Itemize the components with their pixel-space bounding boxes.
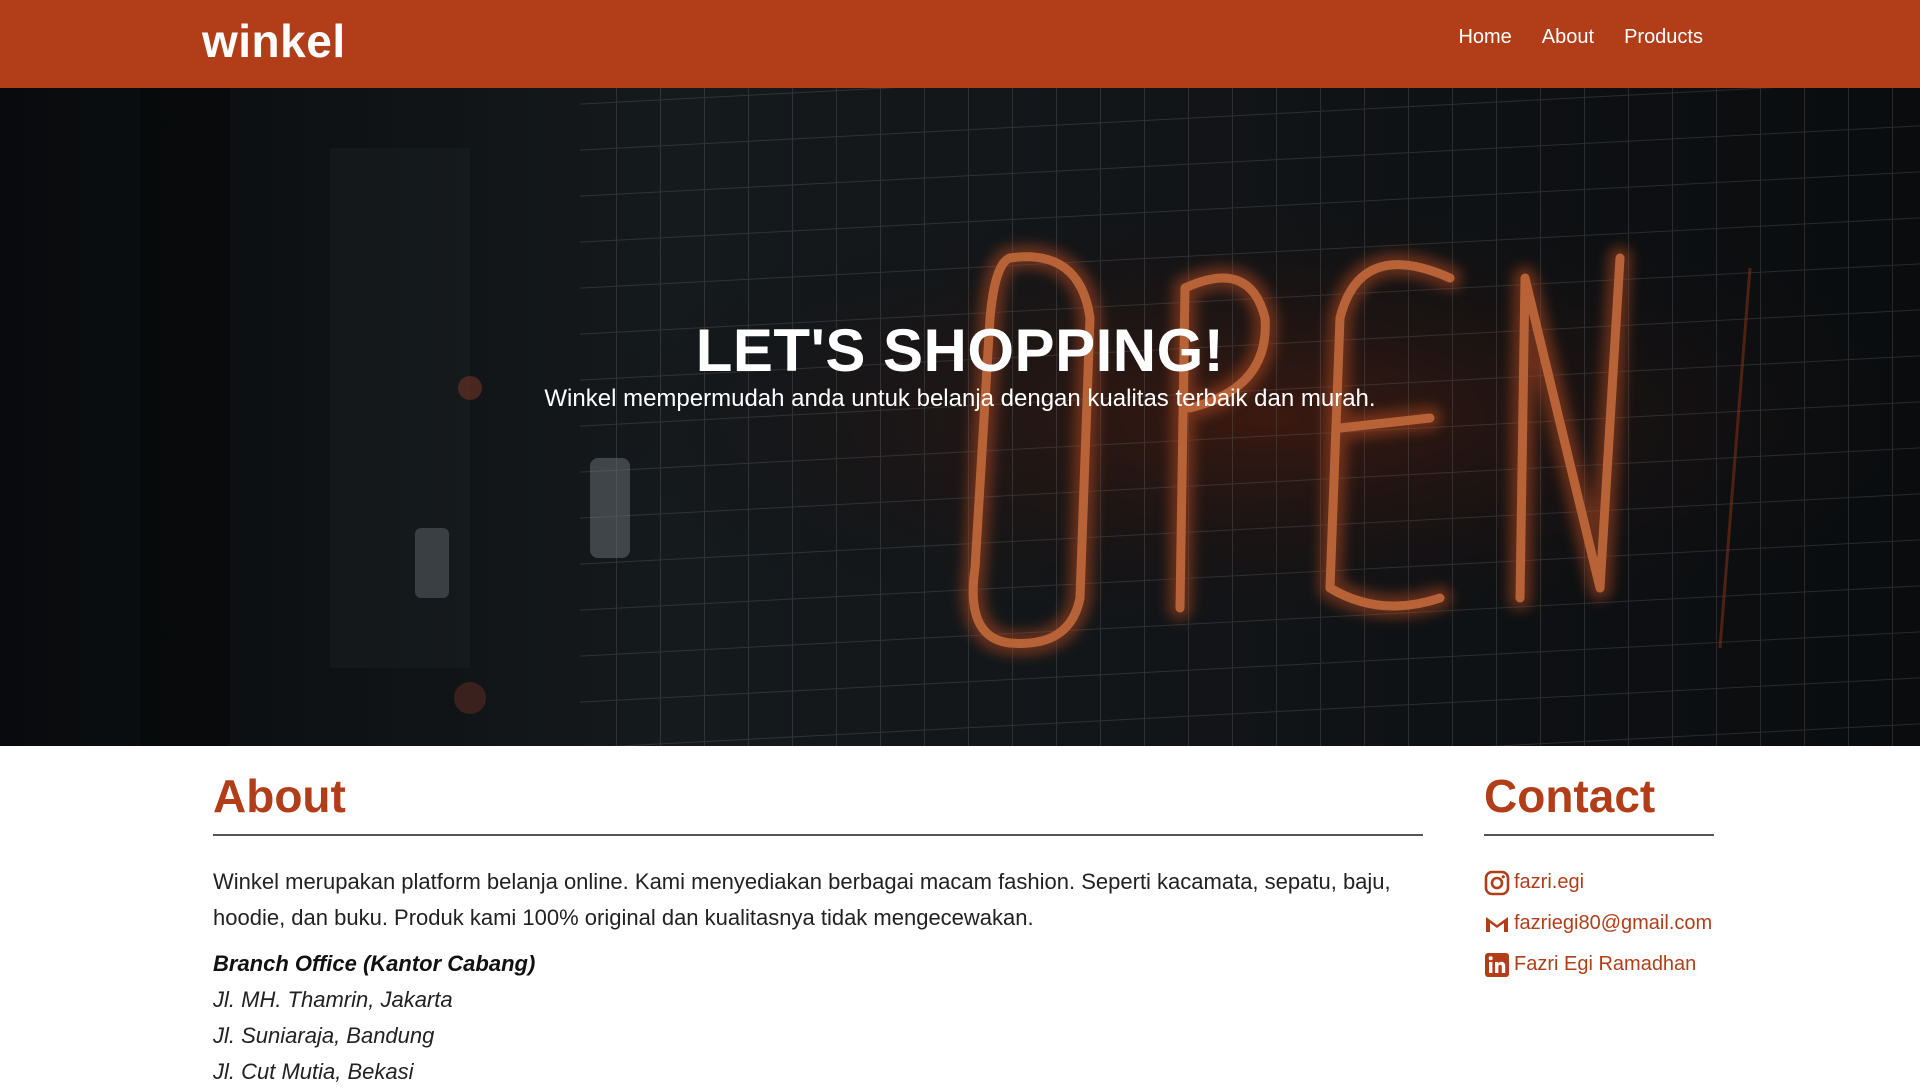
contact-section: Contact fazri.egi fazriegi80@gmail.com F…: [1484, 768, 1714, 985]
branch-item-jakarta: Jl. MH. Thamrin, Jakarta: [213, 987, 453, 1012]
hero-banner: LET'S SHOPPING! Winkel mempermudah anda …: [0, 88, 1920, 746]
nav-link-products[interactable]: Products: [1624, 26, 1703, 49]
branch-office-title: Branch Office (Kantor Cabang): [213, 951, 536, 976]
contact-item-linkedin: Fazri Egi Ramadhan: [1484, 944, 1714, 985]
nav-link-home[interactable]: Home: [1458, 26, 1511, 49]
about-description: Winkel merupakan platform belanja online…: [213, 869, 1391, 930]
nav-links: Home About Products: [1458, 26, 1703, 49]
hero-subtitle: Winkel mempermudah anda untuk belanja de…: [544, 385, 1376, 412]
linkedin-link[interactable]: Fazri Egi Ramadhan: [1514, 953, 1696, 976]
about-section: About Winkel merupakan platform belanja …: [213, 768, 1423, 1090]
contact-item-instagram: fazri.egi: [1484, 862, 1714, 903]
hero-overlay: [0, 88, 1920, 746]
linkedin-icon: [1484, 952, 1510, 978]
contact-heading: Contact: [1484, 770, 1656, 822]
navbar: winkel Home About Products: [0, 0, 1920, 88]
hero-text: LET'S SHOPPING! Winkel mempermudah anda …: [0, 318, 1920, 414]
branch-item-bandung: Jl. Suniaraja, Bandung: [213, 1023, 435, 1048]
gmail-icon: [1484, 911, 1510, 937]
about-divider: [213, 834, 1423, 836]
branch-item-bekasi: Jl. Cut Mutia, Bekasi: [213, 1059, 414, 1084]
instagram-link[interactable]: fazri.egi: [1514, 871, 1584, 894]
contact-list: fazri.egi fazriegi80@gmail.com Fazri Egi…: [1484, 862, 1714, 985]
contact-item-email: fazriegi80@gmail.com: [1484, 903, 1714, 944]
about-heading: About: [213, 770, 346, 822]
instagram-icon: [1484, 870, 1510, 896]
hero-title: LET'S SHOPPING!: [695, 317, 1225, 384]
email-link[interactable]: fazriegi80@gmail.com: [1514, 912, 1712, 935]
contact-divider: [1484, 834, 1714, 836]
nav-link-about[interactable]: About: [1542, 26, 1594, 49]
brand-logo[interactable]: winkel: [202, 14, 346, 68]
